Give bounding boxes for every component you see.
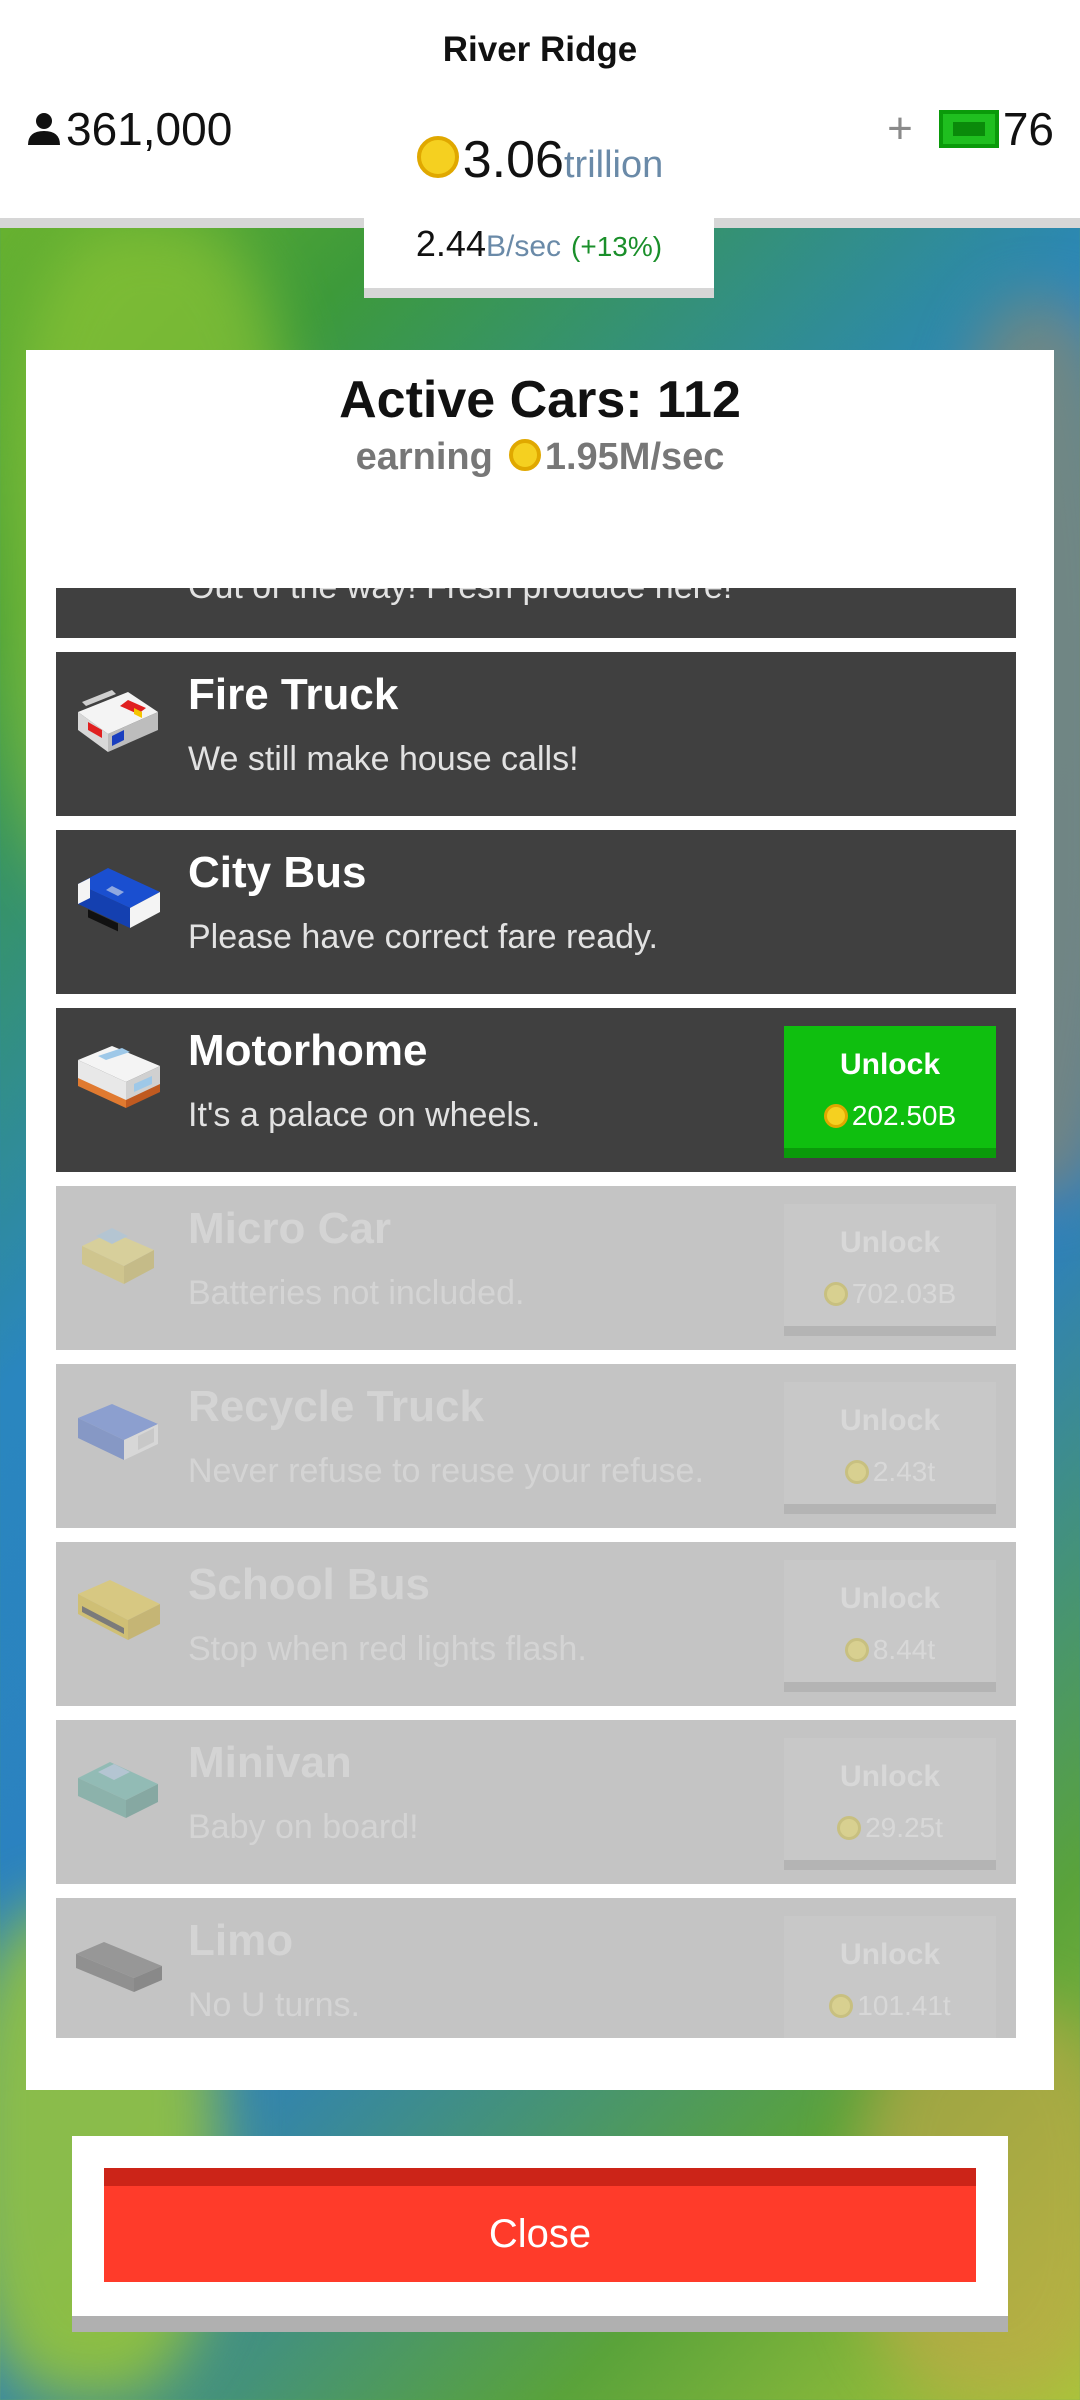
vehicle-name: Minivan xyxy=(188,1738,352,1787)
fire-truck-icon xyxy=(78,690,158,752)
vehicle-name: School Bus xyxy=(188,1560,431,1609)
unlock-price: 29.25t xyxy=(784,1812,996,1844)
coin-icon xyxy=(837,1815,862,1840)
unlock-button-disabled: Unlock 29.25t xyxy=(784,1738,996,1870)
coin-icon xyxy=(829,1993,854,2018)
school-bus-icon xyxy=(78,1580,160,1640)
vehicles-panel: Active Cars: 112 earning 1.95M/sec Out of… xyxy=(26,350,1054,2090)
vehicle-desc: No U turns. xyxy=(188,1986,360,2024)
unlock-price: 702.03B xyxy=(784,1278,996,1310)
close-button[interactable]: Close xyxy=(104,2168,976,2282)
unlock-label: Unlock xyxy=(839,1048,941,1081)
top-status-bar: River Ridge 361,000 3.06trillion + 76 xyxy=(0,0,1080,228)
money-unit: trillion xyxy=(563,144,664,186)
vehicle-row-city-bus[interactable]: City Bus Please have correct fare ready. xyxy=(56,830,1016,994)
vehicle-name: Motorhome xyxy=(188,1026,428,1075)
unlock-button-disabled: Unlock 702.03B xyxy=(784,1204,996,1336)
vehicle-name: Limo xyxy=(188,1916,294,1965)
unlock-label: Unlock xyxy=(839,1938,941,1971)
unlock-price: 2.43t xyxy=(784,1456,996,1488)
earning-label: earning xyxy=(355,436,493,478)
footer-bar: Close xyxy=(72,2136,1008,2332)
coin-icon xyxy=(844,1637,869,1662)
vehicle-desc: Never refuse to reuse your refuse. xyxy=(188,1452,704,1490)
unlock-button-disabled: Unlock 101.41t xyxy=(784,1916,996,2038)
unlock-label: Unlock xyxy=(839,1226,941,1259)
vehicle-desc: We still make house calls! xyxy=(188,740,579,778)
income-rate: 2.44B/sec (+13%) xyxy=(364,210,714,281)
unlock-price: 8.44t xyxy=(784,1634,996,1666)
unlock-button[interactable]: Unlock 202.50B xyxy=(784,1026,996,1158)
vehicle-name: City Bus xyxy=(188,848,367,897)
vehicle-desc: Baby on board! xyxy=(188,1808,419,1846)
vehicle-row-minivan: Minivan Baby on board! Unlock 29.25t xyxy=(56,1720,1016,1884)
coin-icon xyxy=(823,1103,848,1128)
vehicle-desc: Stop when red lights flash. xyxy=(188,1630,587,1668)
vehicle-name: Micro Car xyxy=(188,1204,391,1253)
vehicle-row-limo: Limo No U turns. Unlock 101.41t xyxy=(56,1898,1016,2038)
earning-value: 1.95M/sec xyxy=(544,436,725,478)
rate-unit: B/sec xyxy=(485,230,562,263)
money-value: 3.06 xyxy=(462,131,564,189)
vehicle-list[interactable]: Out of the way! Fresh produce here! Fire… xyxy=(56,588,1016,2038)
coin-icon xyxy=(844,1459,869,1484)
unlock-button-disabled: Unlock 2.43t xyxy=(784,1382,996,1514)
vehicle-row-fire-truck[interactable]: Fire Truck We still make house calls! xyxy=(56,652,1016,816)
panel-title: Active Cars: 112 xyxy=(339,371,741,429)
unlock-button-disabled: Unlock 8.44t xyxy=(784,1560,996,1692)
micro-car-icon xyxy=(82,1228,154,1284)
vehicle-name: Fire Truck xyxy=(188,670,399,719)
vehicle-desc: Please have correct fare ready. xyxy=(188,918,658,956)
unlock-label: Unlock xyxy=(839,1582,941,1615)
vehicle-row-school-bus: School Bus Stop when red lights flash. U… xyxy=(56,1542,1016,1706)
coin-icon xyxy=(508,438,541,471)
earning-line: earning 1.95M/sec xyxy=(26,436,1054,479)
vehicle-desc: Batteries not included. xyxy=(188,1274,525,1312)
cash-icon xyxy=(938,110,999,148)
coin-icon xyxy=(416,136,459,179)
vehicle-name: Recycle Truck xyxy=(188,1382,484,1431)
vehicle-row-recycle-truck: Recycle Truck Never refuse to reuse your… xyxy=(56,1364,1016,1528)
city-name: River Ridge xyxy=(442,30,638,69)
limo-icon xyxy=(76,1942,162,1992)
rate-value: 2.44 xyxy=(415,223,486,264)
vehicle-row-motorhome[interactable]: Motorhome It's a palace on wheels. Unloc… xyxy=(56,1008,1016,1172)
add-cash-button[interactable]: + xyxy=(887,104,913,154)
coin-icon xyxy=(823,1281,848,1306)
cash-value: 76 xyxy=(1002,103,1054,155)
income-rate-box: 2.44B/sec (+13%) xyxy=(364,210,714,298)
motorhome-icon xyxy=(78,1046,160,1108)
rate-change: (+13%) xyxy=(571,231,663,262)
list-item: Out of the way! Fresh produce here! xyxy=(56,588,1016,638)
unlock-price: 202.50B xyxy=(784,1100,996,1132)
unlock-price: 101.41t xyxy=(784,1990,996,2022)
cash-display[interactable]: + 76 xyxy=(887,102,1054,156)
recycle-truck-icon xyxy=(78,1404,158,1460)
vehicle-desc: It's a palace on wheels. xyxy=(188,1096,541,1134)
vehicle-row-micro-car: Micro Car Batteries not included. Unlock… xyxy=(56,1186,1016,1350)
unlock-label: Unlock xyxy=(839,1404,941,1437)
city-bus-icon xyxy=(78,868,160,932)
minivan-icon xyxy=(78,1762,158,1818)
unlock-label: Unlock xyxy=(839,1760,941,1793)
vehicle-desc: Out of the way! Fresh produce here! xyxy=(188,588,732,607)
